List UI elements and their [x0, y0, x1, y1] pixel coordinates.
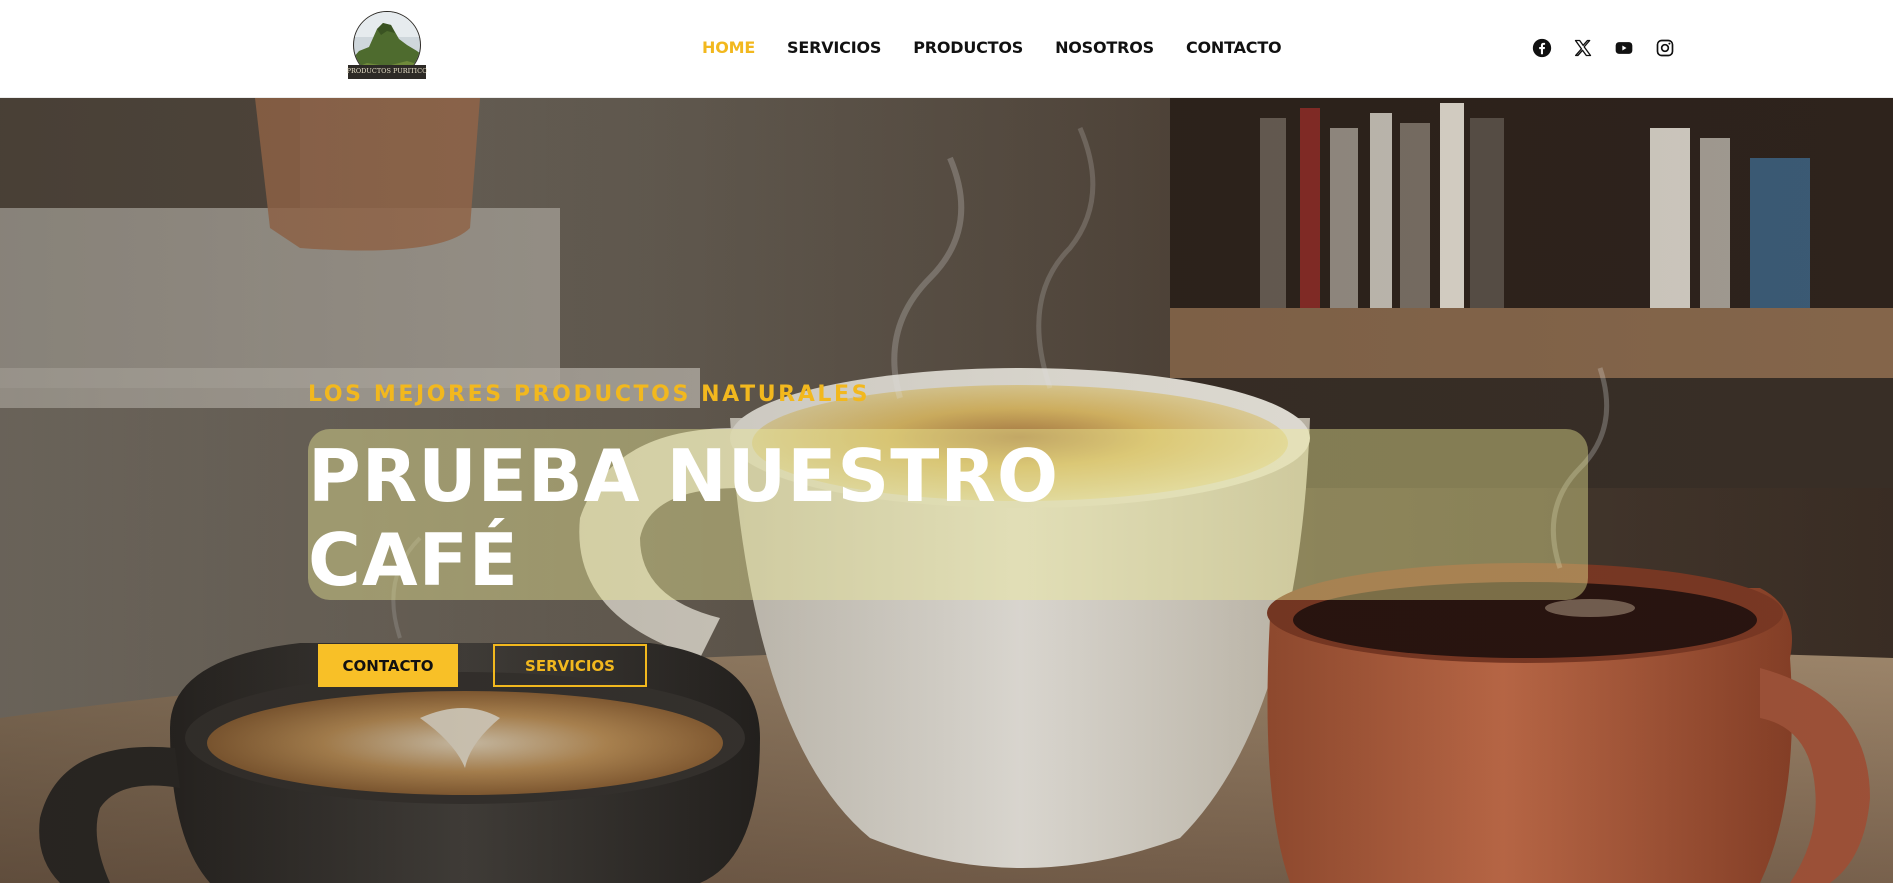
mountain-logo-icon: PRODUCTOS PURITICO	[347, 11, 427, 79]
social-links	[1532, 38, 1675, 58]
hero-eyebrow: LOS MEJORES PRODUCTOS NATURALES	[308, 382, 871, 407]
x-twitter-icon[interactable]	[1573, 38, 1593, 58]
nav-home[interactable]: HOME	[702, 38, 755, 58]
main-nav: HOME SERVICIOS PRODUCTOS NOSOTROS CONTAC…	[702, 38, 1313, 58]
nav-servicios[interactable]: SERVICIOS	[787, 38, 881, 58]
facebook-icon[interactable]	[1532, 38, 1552, 58]
site-logo[interactable]: PRODUCTOS PURITICO	[347, 11, 427, 80]
hero-section: LOS MEJORES PRODUCTOS NATURALES PRUEBA N…	[0, 98, 1893, 883]
logo-text: PRODUCTOS PURITICO	[347, 67, 427, 75]
hero-headline: PRUEBA NUESTRO CAFÉ	[308, 434, 1060, 602]
youtube-icon[interactable]	[1614, 38, 1634, 58]
site-header: PRODUCTOS PURITICO HOME SERVICIOS PRODUC…	[0, 0, 1893, 98]
nav-contacto[interactable]: CONTACTO	[1186, 38, 1282, 58]
servicios-button[interactable]: SERVICIOS	[493, 644, 647, 687]
nav-nosotros[interactable]: NOSOTROS	[1055, 38, 1154, 58]
nav-productos[interactable]: PRODUCTOS	[913, 38, 1023, 58]
contacto-button[interactable]: CONTACTO	[318, 644, 458, 687]
instagram-icon[interactable]	[1655, 38, 1675, 58]
